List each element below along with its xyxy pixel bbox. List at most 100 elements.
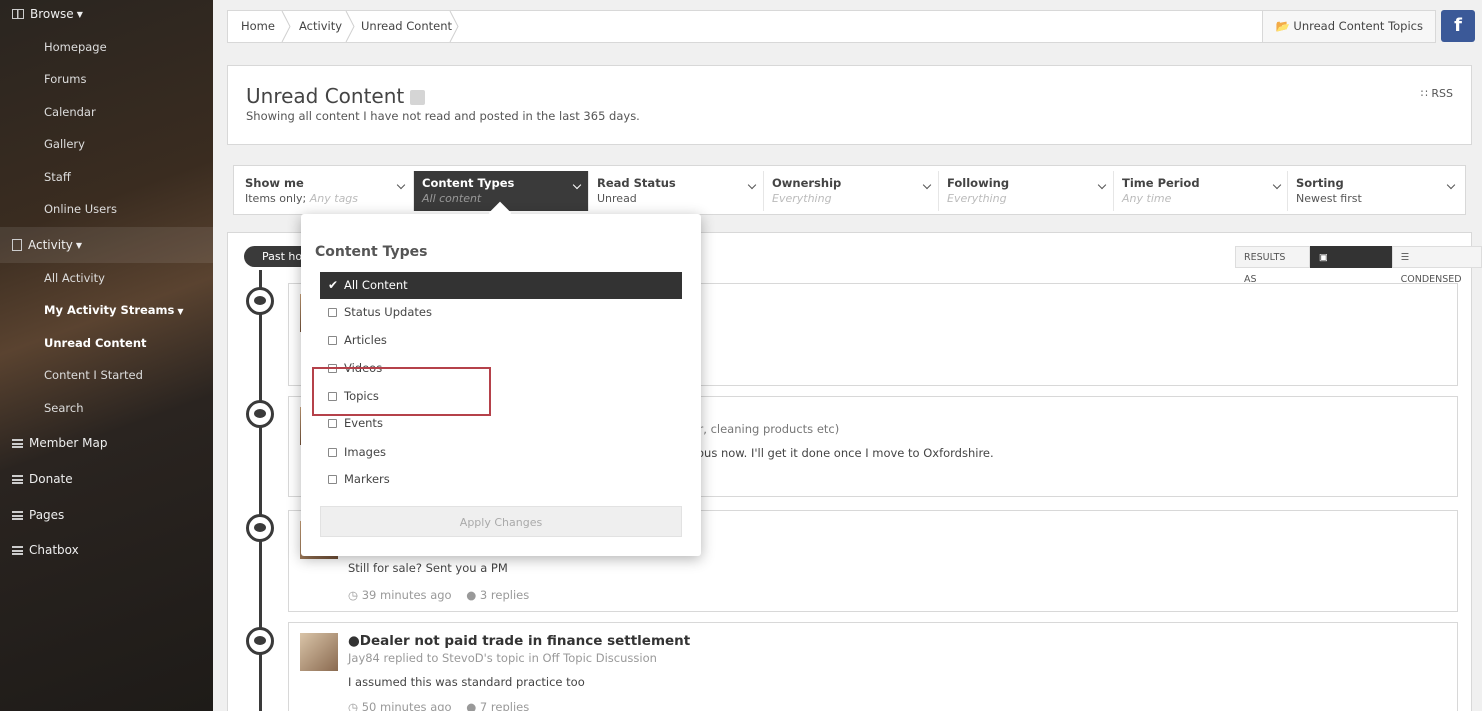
sidebar-member-map[interactable]: Member Map	[0, 425, 213, 461]
filter-label: Content Types	[422, 176, 515, 190]
filter-value-suffix: Any tags	[309, 192, 359, 205]
filter-show-me[interactable]: Show me Items only; Any tags	[237, 171, 412, 211]
sidebar-activity-header[interactable]: Activity ▼	[0, 227, 213, 263]
filter-value: Unread	[597, 192, 637, 205]
stream-item-replies[interactable]: 7 replies	[480, 700, 529, 711]
stream-item-footer: ◷ 50 minutes ago ● 7 replies	[348, 700, 529, 711]
option-label: Status Updates	[344, 305, 432, 319]
unread-content-topics-button[interactable]: 📂 Unread Content Topics	[1262, 11, 1435, 42]
stream-item-time[interactable]: 39 minutes ago	[362, 588, 452, 602]
clock-icon: ◷	[348, 700, 359, 711]
option-status-updates[interactable]: Status Updates	[320, 299, 682, 326]
sidebar-item-online-users[interactable]: Online Users	[44, 199, 117, 219]
stream-item-time[interactable]: 50 minutes ago	[362, 700, 452, 711]
results-as-label: RESULTS AS	[1235, 246, 1310, 285]
page-title-text: Unread Content	[246, 84, 405, 108]
condensed-button[interactable]: ☰ CONDENSED	[1391, 246, 1482, 285]
sidebar-item-search[interactable]: Search	[44, 398, 84, 418]
page-title: Unread Content	[246, 84, 426, 108]
timeline-comment-icon	[246, 400, 274, 428]
filter-label: Ownership	[772, 176, 842, 190]
sidebar-pages[interactable]: Pages	[0, 497, 213, 533]
expanded-button[interactable]: ▣ EXPANDED	[1309, 246, 1392, 285]
filter-label: Time Period	[1122, 176, 1200, 190]
filter-sorting[interactable]: Sorting Newest first	[1287, 171, 1462, 211]
stream-item-title[interactable]: ●Dealer not paid trade in finance settle…	[348, 633, 690, 649]
my-activity-streams-label: My Activity Streams	[44, 303, 175, 317]
option-label: Events	[344, 416, 383, 430]
sidebar-item-forums[interactable]: Forums	[44, 69, 86, 89]
browse-icon	[12, 9, 24, 19]
rss-link[interactable]: ∷ RSS	[1421, 87, 1453, 100]
stream-item-snippet: vious now. I'll get it done once I move …	[687, 446, 994, 460]
stream-item-meta: pair, cleaning products etc)	[681, 422, 840, 436]
caret-down-icon: ▼	[76, 9, 83, 19]
checkbox[interactable]	[328, 475, 337, 484]
stream-item-footer: ◷ 39 minutes ago ● 3 replies	[348, 588, 529, 602]
donate-label: Donate	[29, 472, 73, 486]
breadcrumb-activity[interactable]: Activity	[299, 11, 342, 42]
avatar[interactable]	[300, 633, 338, 671]
unread-content-topics-label: Unread Content Topics	[1293, 19, 1423, 33]
sidebar-item-content-i-started[interactable]: Content I Started	[44, 365, 143, 385]
dropdown-title: Content Types	[315, 244, 428, 260]
document-icon	[12, 239, 22, 251]
filter-ownership[interactable]: Ownership Everything	[763, 171, 938, 211]
sidebar-item-my-activity-streams[interactable]: My Activity Streams ▼	[44, 300, 184, 320]
breadcrumb-unread-content[interactable]: Unread Content	[361, 11, 452, 42]
sidebar-item-homepage[interactable]: Homepage	[44, 37, 107, 57]
sidebar-item-unread-content[interactable]: Unread Content	[44, 333, 147, 353]
checkbox[interactable]	[328, 419, 337, 428]
timeline-comment-icon	[246, 514, 274, 542]
stream-item-snippet: I assumed this was standard practice too	[348, 675, 585, 689]
timeline-comment-icon	[246, 627, 274, 655]
option-label: Articles	[344, 333, 387, 347]
filter-value: Everything	[947, 192, 1007, 205]
facebook-button[interactable]: f	[1441, 10, 1475, 42]
menu-icon	[12, 438, 23, 448]
stream-item[interactable]: ●Dealer not paid trade in finance settle…	[288, 622, 1458, 711]
sidebar-item-calendar[interactable]: Calendar	[44, 102, 96, 122]
option-all-content[interactable]: ✔ All Content	[320, 272, 682, 299]
filter-bar: Show me Items only; Any tags Content Typ…	[233, 165, 1466, 215]
filter-following[interactable]: Following Everything	[938, 171, 1113, 211]
sidebar-item-staff[interactable]: Staff	[44, 167, 71, 187]
timeline-comment-icon	[246, 287, 274, 315]
option-label: Images	[344, 445, 387, 459]
option-label: All Content	[344, 278, 408, 292]
sidebar-chatbox[interactable]: Chatbox	[0, 532, 213, 568]
checkbox[interactable]	[328, 308, 337, 317]
activity-label: Activity	[28, 238, 73, 252]
breadcrumb-home[interactable]: Home	[241, 11, 275, 42]
sidebar-browse-header[interactable]: Browse ▼	[0, 0, 213, 28]
option-label: Markers	[344, 472, 390, 486]
facebook-icon: f	[1454, 15, 1462, 36]
comment-icon: ●	[466, 700, 477, 711]
checkbox[interactable]	[328, 448, 337, 457]
chatbox-label: Chatbox	[29, 543, 79, 557]
sidebar: Browse ▼ Homepage Forums Calendar Gallery…	[0, 0, 213, 711]
highlight-annotation	[312, 367, 491, 416]
apply-changes-button[interactable]: Apply Changes	[320, 506, 682, 537]
stream-item-meta: Jay84 replied to StevoD's topic in Off T…	[348, 651, 657, 665]
checkbox[interactable]	[328, 336, 337, 345]
option-markers[interactable]: Markers	[320, 466, 682, 493]
stream-item-snippet: Still for sale? Sent you a PM	[348, 561, 508, 575]
check-icon[interactable]	[410, 90, 426, 105]
rss-label: RSS	[1431, 87, 1453, 100]
filter-time-period[interactable]: Time Period Any time	[1113, 171, 1288, 211]
sidebar-item-gallery[interactable]: Gallery	[44, 134, 85, 154]
comment-icon: ●	[466, 588, 477, 602]
page-header: Unread Content Showing all content I hav…	[227, 65, 1472, 145]
filter-value: Items only; Any tags	[245, 192, 404, 205]
sidebar-donate[interactable]: Donate	[0, 461, 213, 497]
unread-dot-icon: ●	[348, 633, 360, 649]
breadcrumb-separator	[449, 10, 459, 43]
sidebar-item-all-activity[interactable]: All Activity	[44, 268, 105, 288]
member-map-label: Member Map	[29, 436, 108, 450]
filter-read-status[interactable]: Read Status Unread	[588, 171, 763, 211]
option-articles[interactable]: Articles	[320, 327, 682, 354]
option-images[interactable]: Images	[320, 439, 682, 466]
rss-icon: ∷	[1420, 87, 1428, 100]
stream-item-replies[interactable]: 3 replies	[480, 588, 529, 602]
